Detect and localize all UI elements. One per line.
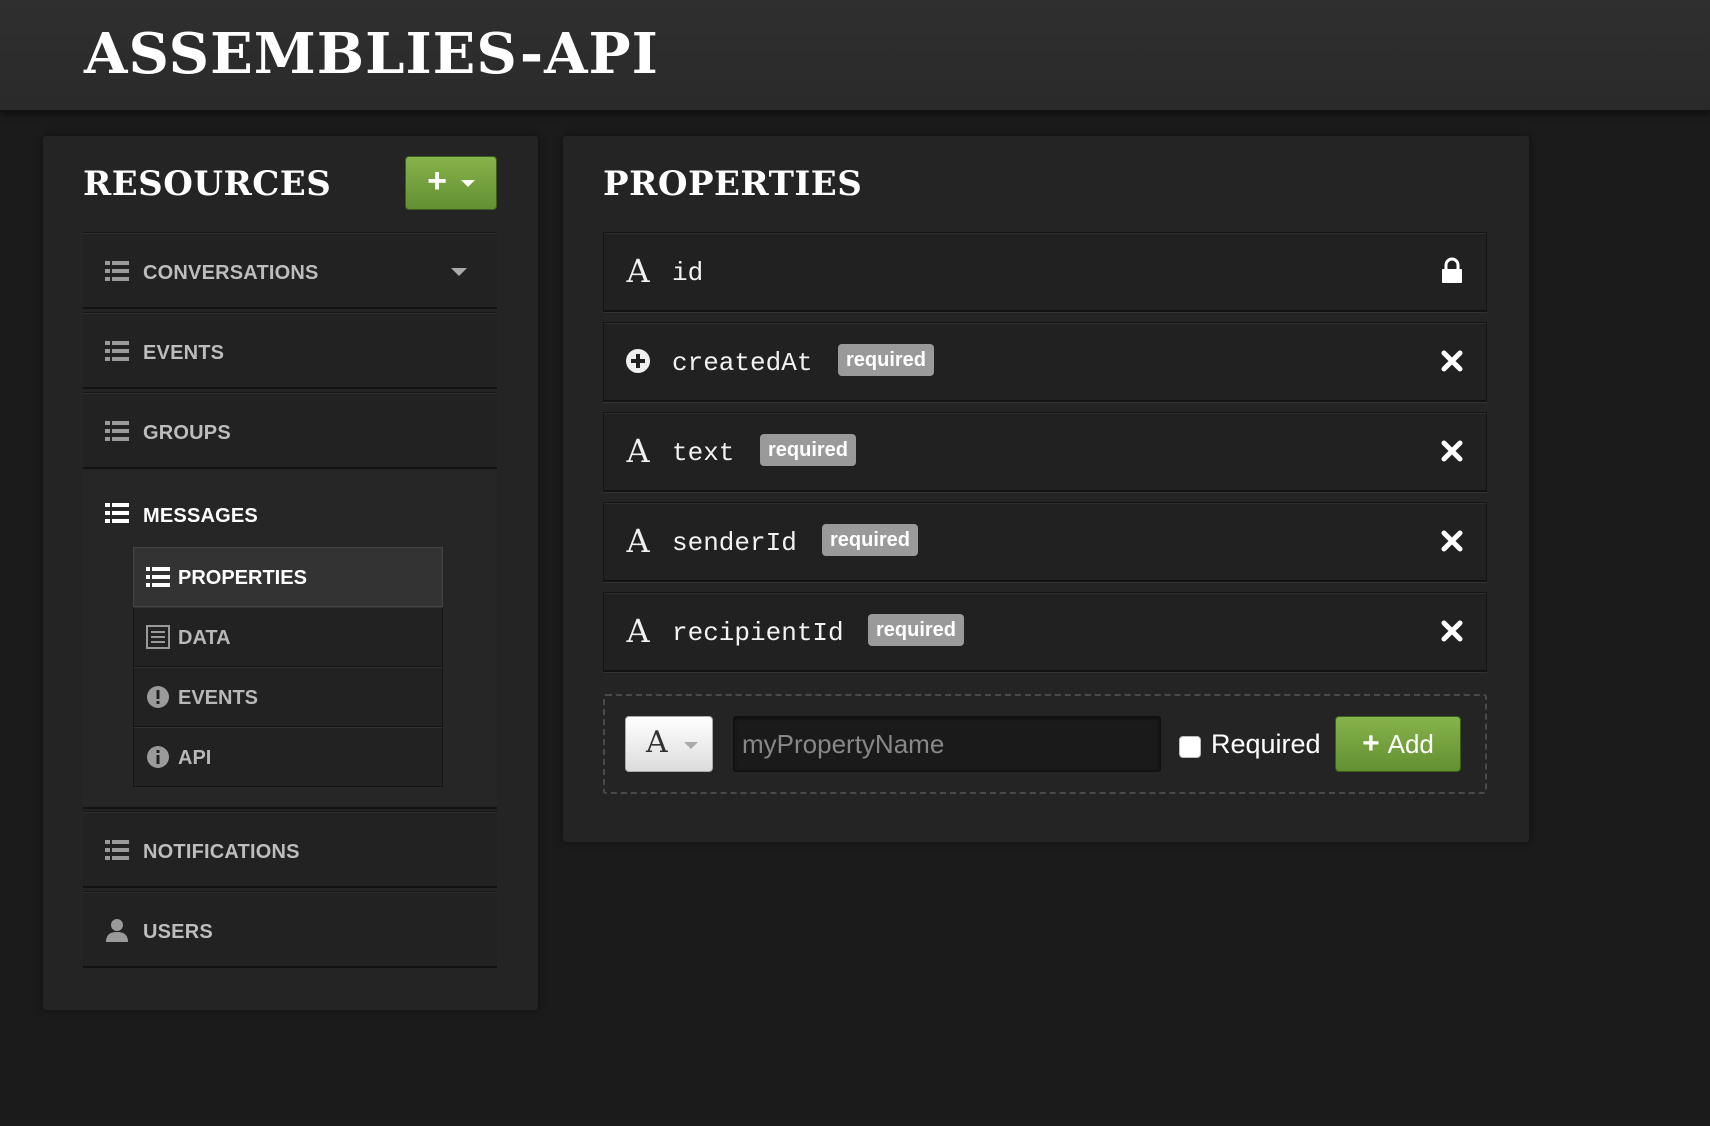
required-badge: required <box>868 614 965 646</box>
required-badge: required <box>760 434 857 466</box>
text-type-icon: A <box>626 252 650 290</box>
exclamation-circle-icon <box>147 686 169 708</box>
list-icon <box>105 421 129 441</box>
list-icon <box>146 567 170 587</box>
property-name-input[interactable] <box>733 716 1161 772</box>
close-icon[interactable] <box>1436 345 1468 377</box>
resources-panel: RESOURCES + CONVERSATIONS EVENTS GROUPS <box>43 136 538 1010</box>
sidebar-item-conversations[interactable]: CONVERSATIONS <box>83 232 497 309</box>
property-row-recipientId: A recipientId required <box>603 592 1487 672</box>
required-checkbox[interactable] <box>1179 736 1201 758</box>
sub-item-properties[interactable]: PROPERTIES <box>133 547 443 607</box>
sidebar-item-label: CONVERSATIONS <box>143 262 319 284</box>
required-badge: required <box>838 344 935 376</box>
sub-item-label: PROPERTIES <box>178 567 307 589</box>
text-type-icon: A <box>626 522 650 560</box>
top-bar: ASSEMBLIES-API <box>0 0 1710 111</box>
property-row-id: A id <box>603 232 1487 312</box>
new-property-form: A Required + Add <box>603 694 1487 794</box>
list-icon <box>105 261 129 281</box>
property-name: text <box>672 438 735 468</box>
sidebar-item-label: USERS <box>143 921 213 943</box>
list-icon <box>105 503 129 523</box>
plus-icon: + <box>1362 727 1380 760</box>
sub-item-data[interactable]: DATA <box>133 607 443 667</box>
sub-item-events[interactable]: EVENTS <box>133 667 443 727</box>
app-title: ASSEMBLIES-API <box>84 21 659 87</box>
required-badge: required <box>822 524 919 556</box>
sidebar-item-label: NOTIFICATIONS <box>143 841 300 863</box>
resources-heading: RESOURCES <box>83 164 332 204</box>
list-icon <box>105 840 129 860</box>
property-row-text: A text required <box>603 412 1487 492</box>
property-name: senderId <box>672 528 797 558</box>
chevron-down-icon <box>684 742 698 749</box>
close-icon[interactable] <box>1436 435 1468 467</box>
info-circle-icon <box>147 746 169 768</box>
sidebar-item-groups[interactable]: GROUPS <box>83 392 497 469</box>
chevron-down-icon <box>460 179 475 187</box>
user-icon <box>106 919 128 942</box>
add-property-button[interactable]: + Add <box>1335 716 1461 772</box>
sidebar-item-notifications[interactable]: NOTIFICATIONS <box>83 811 497 888</box>
lock-icon <box>1442 257 1462 283</box>
property-row-createdAt: createdAt required <box>603 322 1487 402</box>
sidebar-item-users[interactable]: USERS <box>83 891 497 968</box>
sidebar-item-label: EVENTS <box>143 342 225 364</box>
text-type-icon: A <box>626 432 650 470</box>
chevron-down-icon[interactable] <box>451 268 467 276</box>
property-name: id <box>672 258 704 288</box>
sidebar-item-label: GROUPS <box>143 422 231 444</box>
sub-item-label: EVENTS <box>178 687 259 709</box>
add-resource-button[interactable]: + <box>405 156 497 210</box>
sub-item-api[interactable]: API <box>133 727 443 787</box>
list-icon <box>105 341 129 361</box>
property-name: recipientId <box>672 618 844 648</box>
close-icon[interactable] <box>1436 615 1468 647</box>
sidebar-item-label: MESSAGES <box>143 505 258 527</box>
plus-icon: + <box>427 162 447 200</box>
table-icon <box>146 625 170 649</box>
property-row-senderId: A senderId required <box>603 502 1487 582</box>
plus-circle-icon <box>626 349 650 373</box>
sidebar-item-events[interactable]: EVENTS <box>83 312 497 389</box>
add-button-label: Add <box>1387 728 1434 759</box>
property-type-select[interactable]: A <box>625 716 713 772</box>
text-type-icon: A <box>626 612 650 650</box>
properties-heading: PROPERTIES <box>603 164 863 204</box>
property-name: createdAt <box>672 348 813 378</box>
required-label: Required <box>1211 729 1321 759</box>
properties-panel: PROPERTIES A id createdAt required A tex… <box>563 136 1529 842</box>
sub-item-label: API <box>178 747 212 769</box>
sub-item-label: DATA <box>178 627 231 649</box>
sidebar-item-messages[interactable]: MESSAGES PROPERTIES DATA EVENTS API <box>83 470 497 809</box>
close-icon[interactable] <box>1436 525 1468 557</box>
text-type-icon: A <box>646 725 668 760</box>
